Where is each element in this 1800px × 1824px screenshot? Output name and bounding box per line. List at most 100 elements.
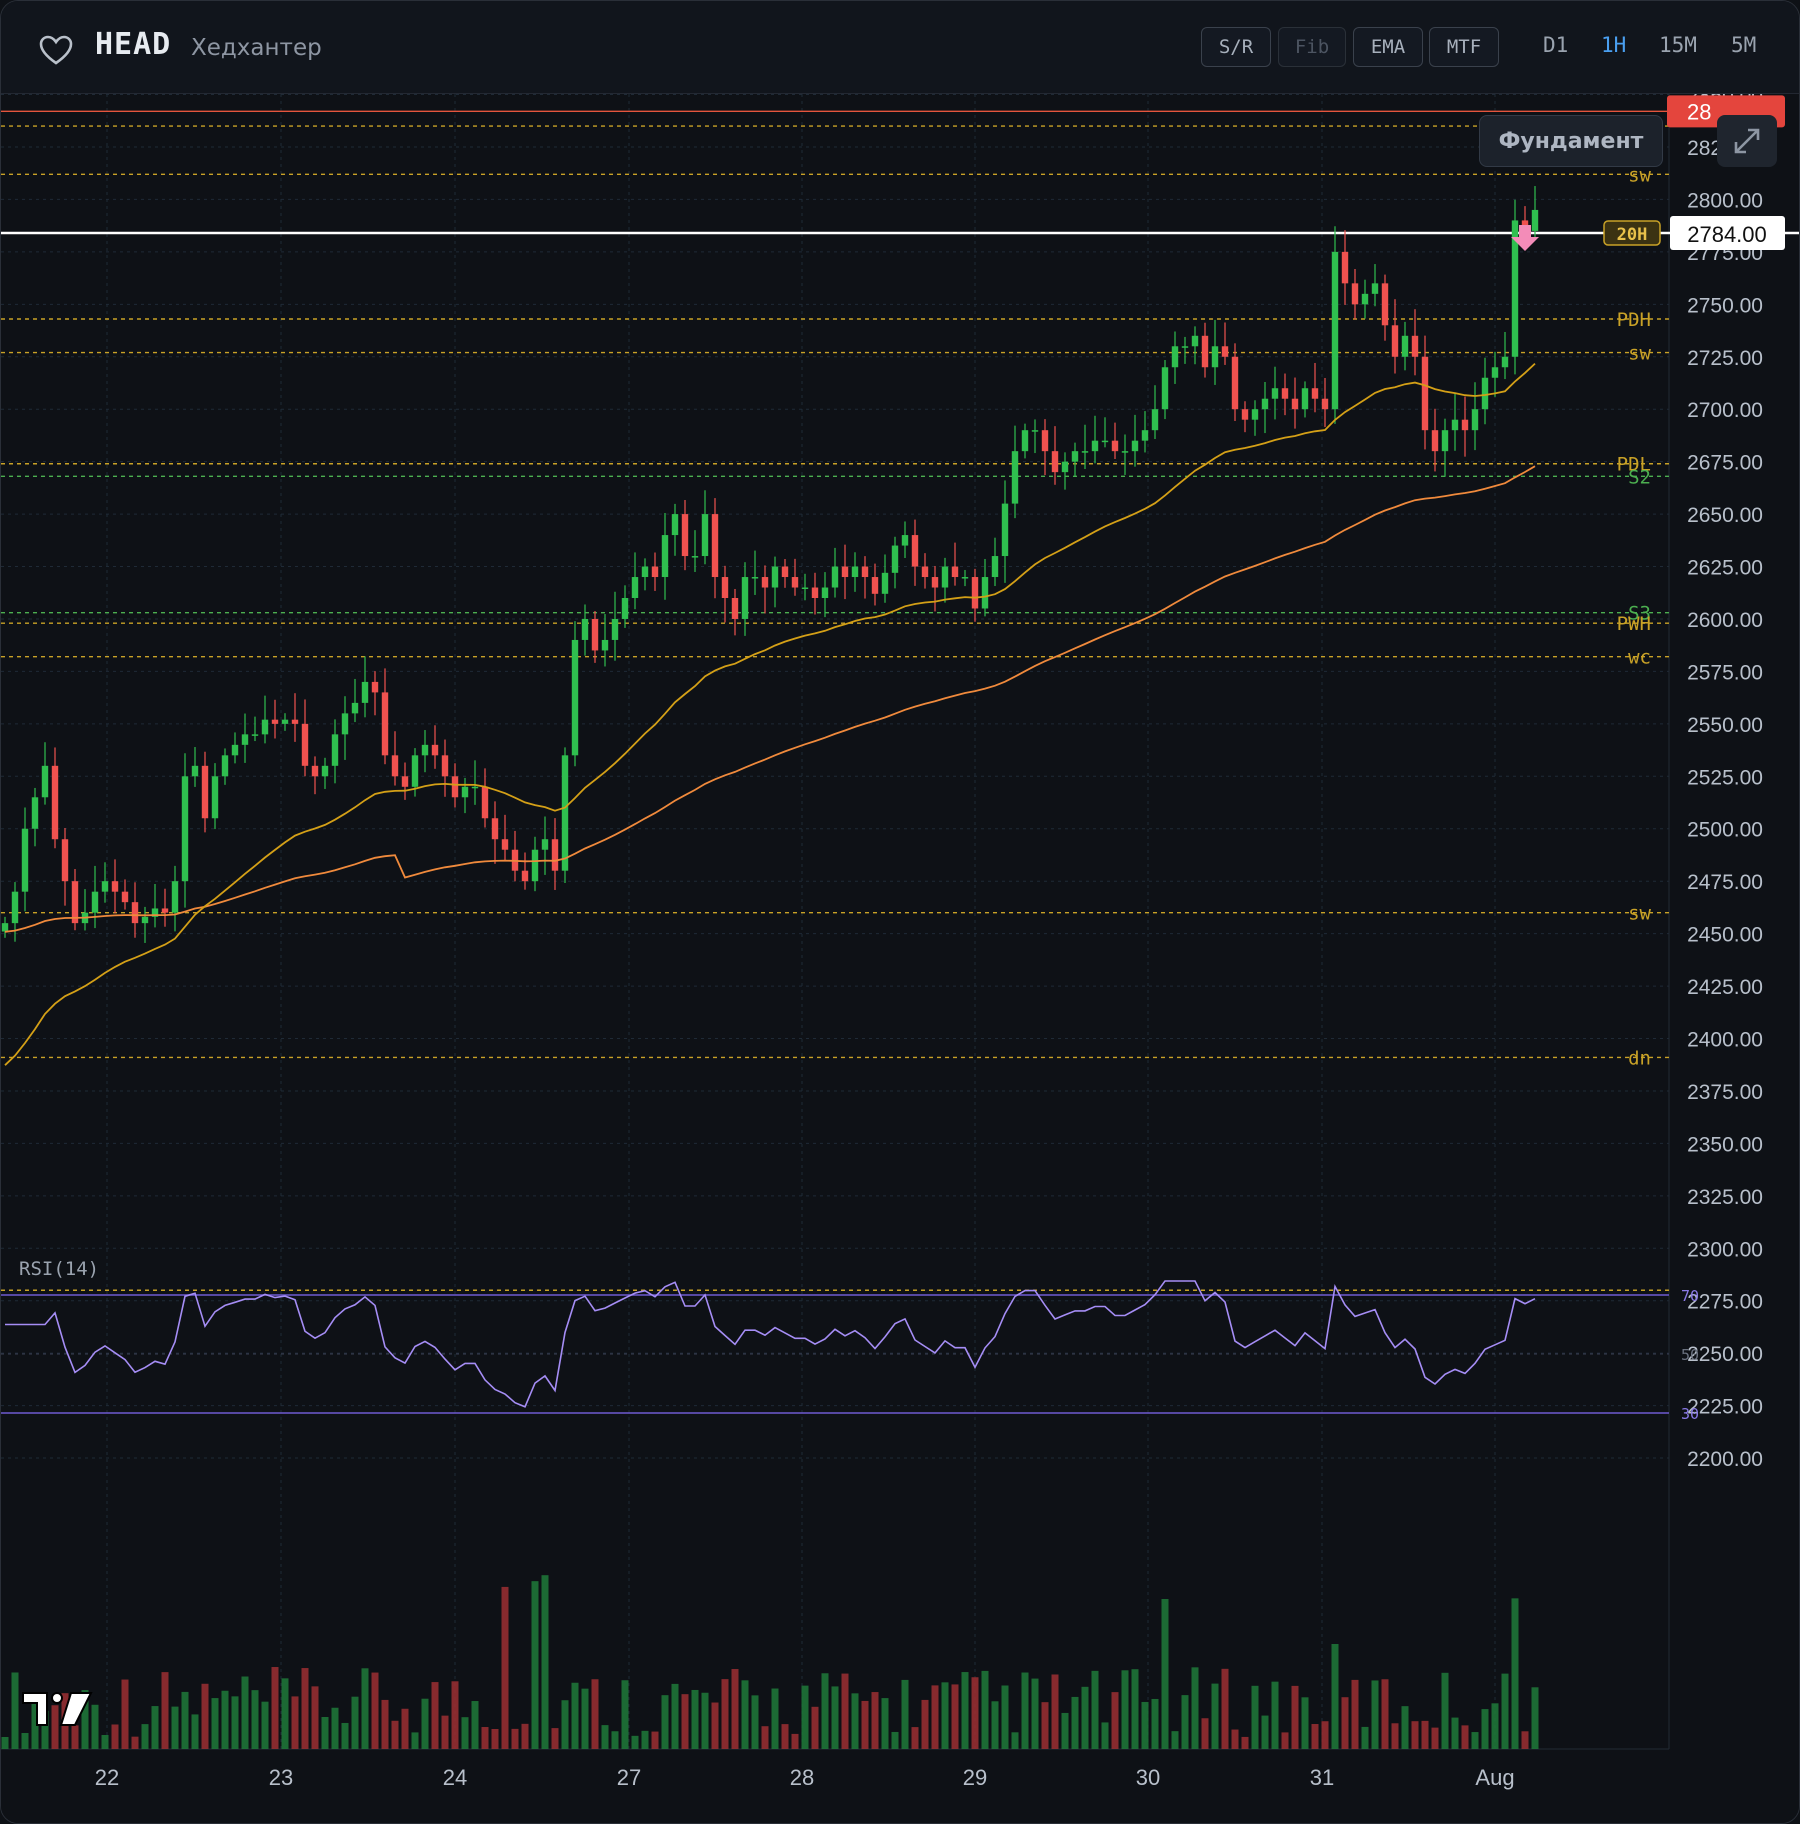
timeframe-5m[interactable]: 5M <box>1731 33 1756 57</box>
candle-body <box>311 765 319 777</box>
level-badge-text: 20H <box>1617 225 1648 245</box>
volume-bar <box>201 1683 209 1749</box>
candle-body <box>1311 388 1319 399</box>
candle-body <box>801 587 809 590</box>
volume-bar <box>341 1722 349 1749</box>
candle-body <box>811 587 819 598</box>
price-tick-label: 2475.00 <box>1687 871 1763 894</box>
price-tick-label: 2500.00 <box>1687 819 1763 842</box>
volume-bar <box>361 1668 369 1749</box>
level-label: S2 <box>1628 466 1651 488</box>
candle-body <box>901 535 909 546</box>
volume-bar <box>621 1680 629 1749</box>
symbol-ticker[interactable]: HEAD <box>95 27 171 62</box>
volume-bar <box>591 1679 599 1749</box>
candle-body <box>1411 335 1419 357</box>
candle-body <box>351 702 359 714</box>
volume-bar <box>1151 1698 1159 1749</box>
fib-toggle-button[interactable]: Fib <box>1278 27 1346 67</box>
candle-body <box>561 755 569 871</box>
candle-body <box>101 881 109 892</box>
price-chart[interactable]: 2850.002825.002800.002775.002750.002725.… <box>1 94 1799 1823</box>
volume-bar <box>371 1672 379 1749</box>
fundament-button[interactable]: Фундамент <box>1479 115 1663 167</box>
volume-bar <box>991 1701 999 1749</box>
candle-body <box>451 776 459 798</box>
candle-body <box>1341 251 1349 284</box>
price-tick-label: 2600.00 <box>1687 609 1763 632</box>
expand-button[interactable] <box>1717 115 1777 167</box>
price-tick-label: 2675.00 <box>1687 452 1763 475</box>
candle-body <box>731 597 739 619</box>
candle-body <box>1231 356 1239 410</box>
candle-body <box>1201 335 1209 368</box>
price-tick-label: 2425.00 <box>1687 976 1763 999</box>
price-tick-label: 2625.00 <box>1687 557 1763 580</box>
candle-body <box>821 587 829 598</box>
volume-bar <box>1351 1679 1359 1749</box>
volume-bar <box>241 1676 249 1749</box>
volume-bar <box>111 1724 119 1749</box>
candle-body <box>1081 451 1089 453</box>
candle-body <box>921 566 929 578</box>
candle-body <box>191 765 199 777</box>
volume-bar <box>1301 1697 1309 1749</box>
ema-toggle-button[interactable]: EMA <box>1353 27 1423 67</box>
candle-body <box>671 514 679 536</box>
candle-body <box>1431 430 1439 452</box>
volume-bar <box>531 1581 539 1749</box>
volume-bar <box>1051 1674 1059 1749</box>
candle-body <box>751 577 759 579</box>
candle-body <box>171 881 179 913</box>
candle-body <box>211 776 219 819</box>
volume-bar <box>771 1688 779 1749</box>
candle-body <box>1461 419 1469 431</box>
volume-bar <box>11 1672 19 1749</box>
candle-body <box>1261 398 1269 410</box>
rsi-label: RSI(14) <box>19 1258 99 1280</box>
volume-bar <box>971 1677 979 1749</box>
price-tick-label: 2525.00 <box>1687 766 1763 789</box>
volume-bar <box>1511 1598 1519 1749</box>
volume-bar <box>301 1668 309 1749</box>
candle-body <box>181 776 189 882</box>
volume-bar <box>841 1673 849 1749</box>
candle-body <box>131 902 139 924</box>
candle-body <box>1351 283 1359 305</box>
candle-body <box>51 765 59 840</box>
volume-bar <box>541 1575 549 1749</box>
mtf-toggle-button[interactable]: MTF <box>1429 27 1499 67</box>
candle-body <box>491 818 499 840</box>
volume-bar <box>1381 1679 1389 1749</box>
candle-body <box>361 681 369 703</box>
candle-body <box>411 755 419 787</box>
timeframe-d1[interactable]: D1 <box>1543 33 1568 57</box>
candle-body <box>1051 451 1059 473</box>
candle-body <box>61 839 69 882</box>
candle-body <box>771 566 779 588</box>
candle-body <box>1301 388 1309 410</box>
timeframe-15m[interactable]: 15M <box>1659 33 1697 57</box>
candle-body <box>651 566 659 578</box>
timeframe-1h[interactable]: 1H <box>1601 33 1626 57</box>
candle-body <box>401 776 409 787</box>
volume-bar <box>721 1679 729 1749</box>
price-tick-label: 2200.00 <box>1687 1448 1763 1471</box>
candle-body <box>641 566 649 578</box>
volume-bar <box>431 1682 439 1749</box>
time-tick-label: 29 <box>963 1765 987 1790</box>
candle-body <box>1391 325 1399 357</box>
candle-body <box>201 765 209 819</box>
volume-bar <box>831 1686 839 1749</box>
heart-icon[interactable] <box>39 35 73 65</box>
candle-body <box>1421 356 1429 431</box>
candle-body <box>1221 346 1229 357</box>
volume-bar <box>1291 1685 1299 1749</box>
candle-body <box>391 755 399 777</box>
candle-body <box>1251 409 1259 420</box>
candle-body <box>631 577 639 598</box>
current-price-label: 2784.00 <box>1687 222 1767 247</box>
sr-toggle-button[interactable]: S/R <box>1201 27 1271 67</box>
volume-bar <box>941 1682 949 1749</box>
volume-bar <box>581 1688 589 1749</box>
